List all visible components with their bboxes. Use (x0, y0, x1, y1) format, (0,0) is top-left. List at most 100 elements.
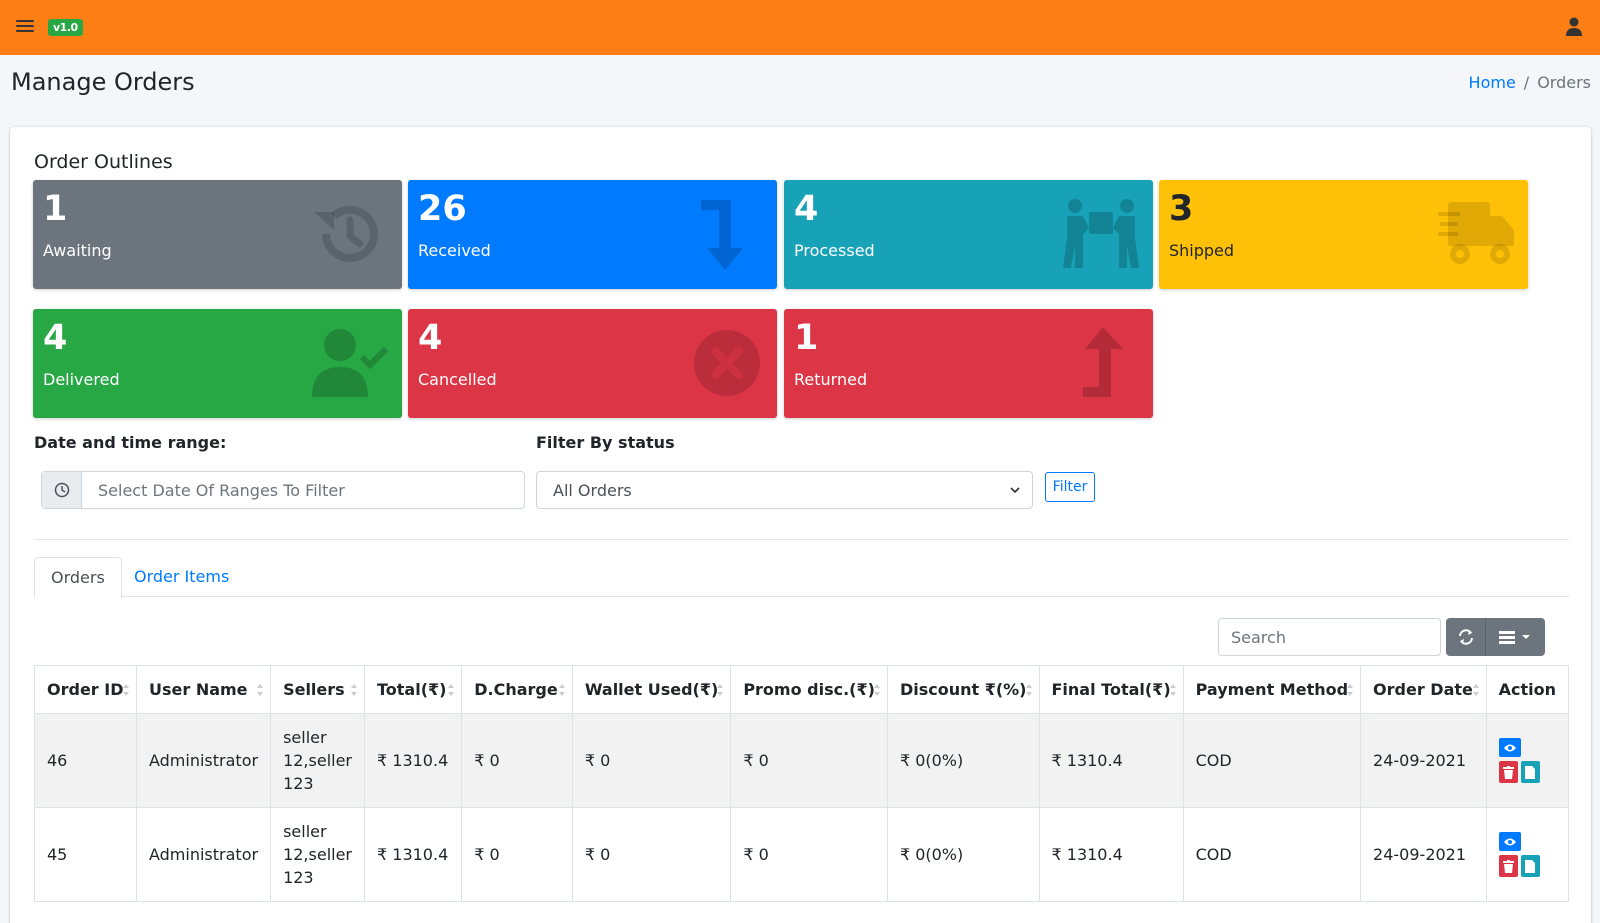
stat-label: Cancelled (418, 370, 497, 389)
cell-order-id: 45 (34, 807, 137, 902)
table-header-row: Order ID User Name Sellers Total(₹) D.Ch… (34, 665, 1570, 714)
sort-icon (1025, 684, 1032, 696)
sort-icon (257, 684, 264, 696)
hamburger-menu-icon[interactable] (16, 17, 34, 37)
stat-label: Shipped (1169, 241, 1235, 260)
stat-count: 4 (418, 318, 443, 358)
status-filter-select[interactable]: All Orders (536, 471, 1033, 509)
people-carry-box-icon (1063, 199, 1139, 268)
stat-box-received[interactable]: 26 Received (408, 180, 777, 289)
col-final-total[interactable]: Final Total(₹) (1038, 665, 1184, 714)
table-row: 46 Administrator seller 12,seller 123 ₹ … (34, 713, 1570, 808)
breadcrumb-current: Orders (1537, 73, 1591, 92)
stat-box-delivered[interactable]: 4 Delivered (33, 309, 402, 418)
stat-box-processed[interactable]: 4 Processed (784, 180, 1153, 289)
arrow-up-turn-icon (1083, 327, 1123, 397)
col-discount[interactable]: Discount ₹(%) (886, 665, 1040, 714)
col-d-charge[interactable]: D.Charge (461, 665, 573, 714)
sort-icon (122, 684, 129, 696)
sort-icon (351, 684, 357, 696)
tab-order-items[interactable]: Order Items (118, 557, 245, 598)
cell-sellers: seller 12,seller 123 (270, 713, 365, 808)
cell-order-date: 24-09-2021 (1360, 807, 1487, 902)
stat-box-awaiting[interactable]: 1 Awaiting (33, 180, 402, 289)
times-circle-icon (694, 330, 760, 396)
cell-wallet-used: ₹ 0 (571, 713, 732, 808)
user-check-icon (312, 329, 388, 397)
order-outlines-title: Order Outlines (34, 151, 173, 173)
cell-order-id: 46 (34, 713, 137, 808)
sort-icon (448, 684, 455, 696)
order-tabs: Orders Order Items (34, 557, 1569, 598)
sort-icon (1347, 684, 1354, 696)
cell-order-date: 24-09-2021 (1360, 713, 1487, 808)
cell-final-total: ₹ 1310.4 (1038, 713, 1184, 808)
cell-total: ₹ 1310.4 (363, 713, 463, 808)
table-search-input[interactable] (1218, 618, 1441, 656)
stat-box-cancelled[interactable]: 4 Cancelled (408, 309, 777, 418)
col-total[interactable]: Total(₹) (363, 665, 463, 714)
table-row: 45 Administrator seller 12,seller 123 ₹ … (34, 807, 1570, 902)
page-title: Manage Orders (11, 68, 195, 96)
cell-action (1485, 713, 1570, 808)
col-order-id[interactable]: Order ID (34, 665, 137, 714)
cell-total: ₹ 1310.4 (363, 807, 463, 902)
col-user-name[interactable]: User Name (135, 665, 272, 714)
cell-discount: ₹ 0(0%) (886, 807, 1040, 902)
stat-label: Processed (794, 241, 875, 260)
history-icon (314, 205, 378, 262)
view-order-button[interactable] (1498, 738, 1521, 757)
orders-card: Order Outlines 1 Awaiting 26 Received 4 … (10, 127, 1591, 923)
date-range-input[interactable] (82, 472, 524, 508)
tab-orders[interactable]: Orders (34, 557, 122, 598)
stat-count: 1 (794, 318, 819, 358)
col-sellers[interactable]: Sellers (270, 665, 365, 714)
shipping-truck-icon (1438, 202, 1514, 264)
stat-count: 26 (418, 189, 467, 229)
date-range-group (41, 471, 525, 509)
breadcrumb: Home / Orders (1468, 73, 1591, 92)
refresh-button[interactable] (1446, 618, 1486, 656)
delete-order-button[interactable] (1498, 761, 1518, 783)
list-columns-icon (1498, 631, 1530, 644)
col-promo-disc[interactable]: Promo disc.(₹) (730, 665, 888, 714)
cell-wallet-used: ₹ 0 (571, 807, 732, 902)
user-icon[interactable] (1564, 16, 1584, 38)
cell-user-name: Administrator (135, 713, 272, 808)
columns-toggle-button[interactable] (1486, 618, 1545, 656)
breadcrumb-home-link[interactable]: Home (1469, 73, 1516, 92)
col-order-date[interactable]: Order Date (1360, 665, 1487, 714)
stat-box-shipped[interactable]: 3 Shipped (1159, 180, 1528, 289)
sort-icon (558, 684, 565, 696)
stat-count: 3 (1169, 189, 1194, 229)
sort-icon (1169, 684, 1176, 696)
col-wallet-used[interactable]: Wallet Used(₹) (571, 665, 732, 714)
cell-action (1485, 807, 1570, 902)
trash-icon (1502, 859, 1514, 873)
eye-icon (1503, 838, 1516, 845)
stat-count: 4 (794, 189, 819, 229)
stat-count: 4 (43, 318, 68, 358)
filter-button[interactable]: Filter (1045, 472, 1095, 502)
cell-payment-method: COD (1182, 713, 1362, 808)
trash-icon (1502, 765, 1514, 779)
cell-final-total: ₹ 1310.4 (1038, 807, 1184, 902)
col-payment-method[interactable]: Payment Method (1182, 665, 1362, 714)
refresh-icon (1458, 629, 1473, 645)
delete-order-button[interactable] (1498, 855, 1518, 877)
table-toolbar (1446, 618, 1545, 656)
cell-discount: ₹ 0(0%) (886, 713, 1040, 808)
version-badge: v1.0 (48, 19, 83, 36)
stat-box-returned[interactable]: 1 Returned (784, 309, 1153, 418)
cell-d-charge: ₹ 0 (461, 807, 573, 902)
cell-promo-disc: ₹ 0 (730, 807, 888, 902)
view-order-button[interactable] (1498, 832, 1521, 851)
invoice-order-button[interactable] (1520, 761, 1540, 783)
invoice-order-button[interactable] (1520, 855, 1540, 877)
col-action: Action (1485, 665, 1570, 714)
cell-sellers: seller 12,seller 123 (270, 807, 365, 902)
stat-label: Returned (794, 370, 868, 389)
date-range-label: Date and time range: (34, 433, 227, 452)
cell-user-name: Administrator (135, 807, 272, 902)
top-navbar: v1.0 (0, 0, 1600, 55)
